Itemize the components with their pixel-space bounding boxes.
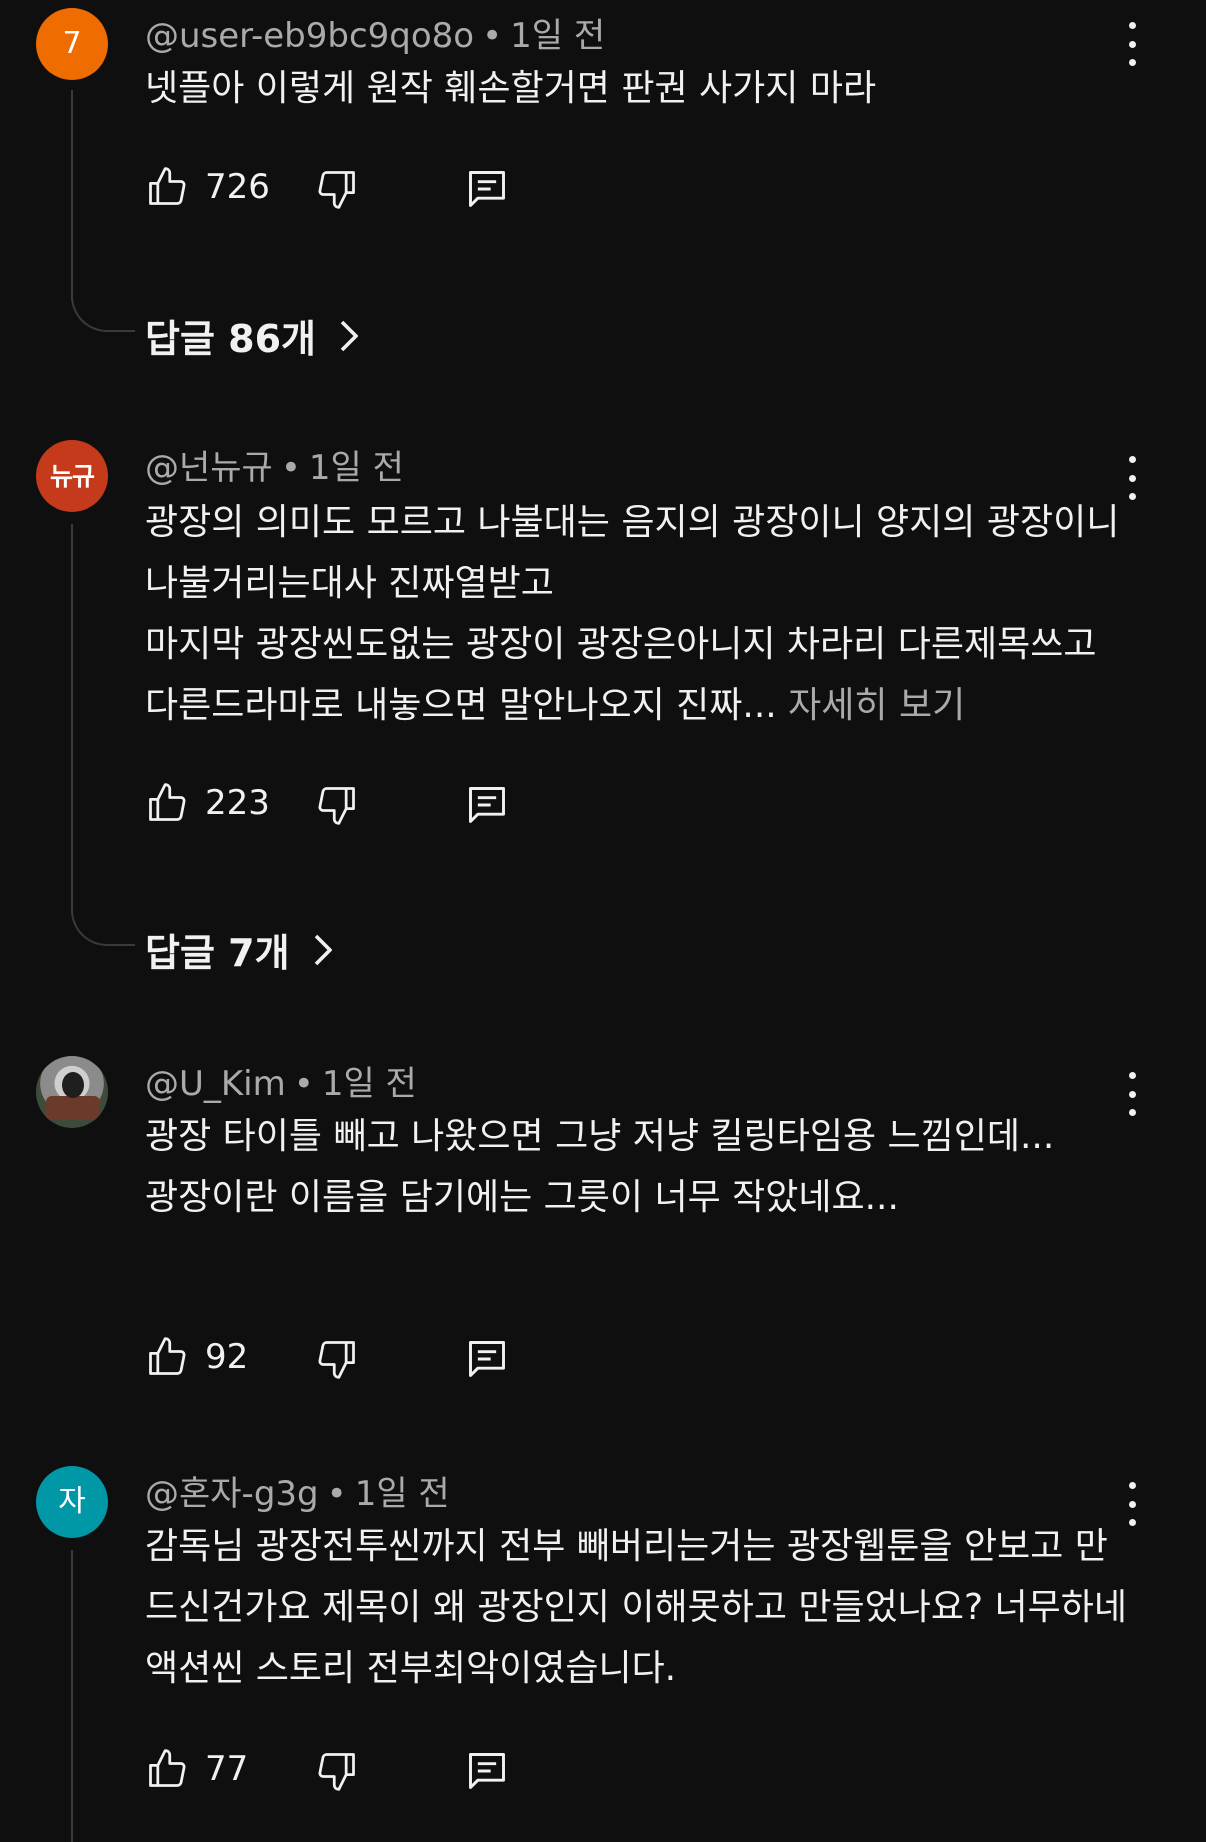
thumbs-up-icon [149,1337,186,1375]
comment-text: 광장 타이틀 빼고 나왔으면 그냥 저냥 킬링타임용 느낌인데... 광장이란 … [145,1106,1130,1228]
view-replies-button[interactable]: 답글 7개 [145,922,332,977]
thread-line [71,524,73,914]
comment-body: 넷플아 이렇게 원작 훼손할거면 판권 사가지 마라 [145,68,877,109]
dislike-button[interactable] [315,782,359,832]
comment-actions: 726 [145,164,545,214]
avatar-initial: 뉴규 [49,461,95,491]
thumbs-down-icon [318,171,355,209]
like-count: 223 [205,783,270,823]
like-count: 726 [205,167,270,207]
comment-body: 감독님 광장전투씬까지 전부 빼버리는거는 광장웹툰을 안보고 만드신건가요 제… [145,1526,1139,1689]
thumbs-up-icon [149,167,186,205]
thumbs-down-icon [318,1753,355,1791]
comment-time: 1일 전 [321,1064,417,1104]
comment-meta: @혼자-g3g • 1일 전 [145,1466,450,1515]
comment-body: 광장의 의미도 모르고 나불대는 음지의 광장이니 양지의 광장이니 나불거리는… [145,502,1120,726]
avatar[interactable]: 자 [36,1466,108,1538]
meta-separator: • [280,448,301,488]
thread-line [71,90,73,300]
thread-curve [71,910,135,946]
comment-actions: 223 [145,780,545,830]
reply-button[interactable] [465,1336,509,1386]
reply-comment-icon [469,787,505,823]
avatar[interactable]: 7 [36,8,108,80]
comment-author[interactable]: @user-eb9bc9qo8o [145,16,474,56]
like-button[interactable]: 77 [145,1746,248,1792]
comment-meta: @넌뉴규 • 1일 전 [145,440,404,489]
dislike-button[interactable] [315,1336,359,1386]
chevron-right-icon [340,320,358,351]
comment-time: 1일 전 [510,16,606,56]
like-count: 77 [205,1749,249,1789]
comment-meta: @U_Kim • 1일 전 [145,1056,417,1105]
like-count: 92 [205,1337,249,1377]
avatar-initial: 자 [58,1484,86,1519]
reply-comment-icon [469,171,505,207]
comment-actions: 77 [145,1746,545,1796]
reply-button[interactable] [465,166,509,216]
reply-button[interactable] [465,1748,509,1798]
avatar-photo-head [62,1072,84,1098]
meta-separator: • [482,16,503,56]
dislike-button[interactable] [315,1748,359,1798]
comment-time: 1일 전 [354,1474,450,1514]
like-button[interactable]: 92 [145,1334,248,1380]
reply-comment-icon [469,1341,505,1377]
comment-text: 광장의 의미도 모르고 나불대는 음지의 광장이니 양지의 광장이니 나불거리는… [145,492,1130,736]
thumbs-up-icon [149,783,186,821]
meta-separator: • [293,1064,314,1104]
like-button[interactable]: 223 [145,780,270,826]
thread-curve [71,296,135,332]
comment-text: 감독님 광장전투씬까지 전부 빼버리는거는 광장웹툰을 안보고 만드신건가요 제… [145,1516,1130,1699]
reply-comment-icon [469,1753,505,1789]
replies-label: 답글 86개 [145,317,316,361]
chevron-right-icon [314,934,332,965]
comment-body: 광장 타이틀 빼고 나왔으면 그냥 저냥 킬링타임용 느낌인데... 광장이란 … [145,1116,1055,1218]
comment-text: 넷플아 이렇게 원작 훼손할거면 판권 사가지 마라 [145,58,1130,119]
avatar[interactable]: 뉴규 [36,440,108,512]
comment-actions: 92 [145,1334,545,1384]
meta-separator: • [326,1474,347,1514]
thumbs-up-icon [149,1749,186,1787]
comments-page: 7 @user-eb9bc9qo8o • 1일 전 넷플아 이렇게 원작 훼손할거면… [0,0,1206,1842]
dislike-button[interactable] [315,166,359,216]
avatar-initial: 7 [62,26,82,61]
comment-author[interactable]: @U_Kim [145,1064,286,1104]
avatar-photo-body [46,1096,100,1120]
read-more-link[interactable]: 자세히 보기 [788,685,965,726]
thread-line [71,1550,73,1842]
comment-author[interactable]: @넌뉴규 [145,448,273,488]
view-replies-button[interactable]: 답글 86개 [145,308,358,363]
comment-meta: @user-eb9bc9qo8o • 1일 전 [145,8,605,57]
thumbs-down-icon [318,1341,355,1379]
reply-button[interactable] [465,782,509,832]
comment-time: 1일 전 [308,448,404,488]
replies-label: 답글 7개 [145,931,290,975]
like-button[interactable]: 726 [145,164,270,210]
comment-author[interactable]: @혼자-g3g [145,1474,319,1514]
avatar[interactable] [36,1056,108,1128]
thumbs-down-icon [318,787,355,825]
